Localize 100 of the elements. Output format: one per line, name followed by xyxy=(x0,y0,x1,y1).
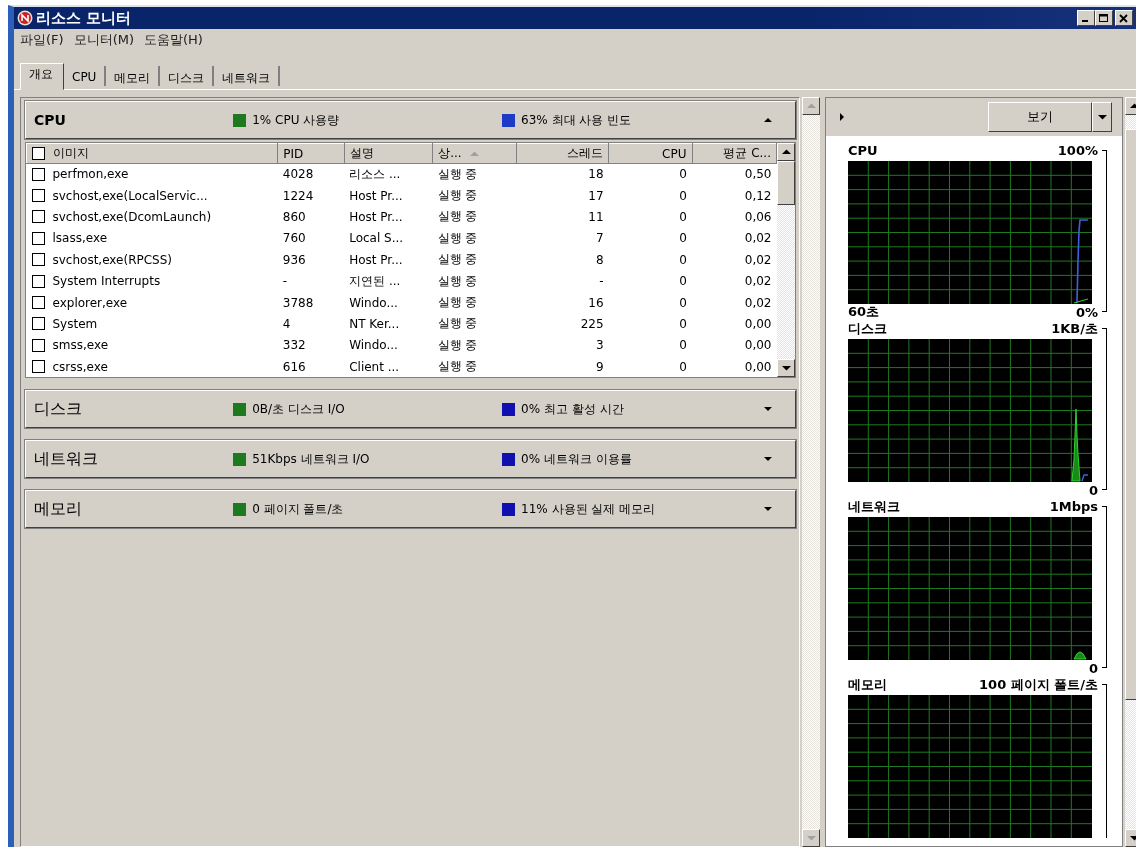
stat-text: 0 페이지 폴트/초 xyxy=(252,500,344,518)
scroll-up-button[interactable] xyxy=(802,97,820,115)
caret-down-icon[interactable] xyxy=(781,365,791,372)
caret-up-icon[interactable] xyxy=(1129,103,1136,109)
table-cell: svchost,exe(RPCSS) xyxy=(52,252,172,267)
checkbox[interactable] xyxy=(31,231,45,245)
caret-down-icon[interactable] xyxy=(1129,835,1136,841)
table-cell: 0,02 xyxy=(744,252,772,267)
table-cell: 4 xyxy=(282,316,291,331)
table-cell: 0 xyxy=(679,316,687,331)
table-cell: 1224 xyxy=(282,188,314,203)
section-header[interactable]: 디스크 0B/초 디스크 I/O 0% 최고 활성 시간 xyxy=(25,390,796,429)
graph-title: 네트워크 xyxy=(848,497,900,516)
table-cell: 0 xyxy=(679,188,687,203)
stat-text: 11% 사용된 실제 메모리 xyxy=(521,500,656,518)
table-cell: System Interrupts xyxy=(52,274,161,289)
caret-down-icon[interactable] xyxy=(763,455,773,464)
checkbox[interactable] xyxy=(32,147,45,160)
caret-down-icon[interactable] xyxy=(763,505,773,514)
table-cell: explorer,exe xyxy=(52,295,128,310)
scrollbar[interactable] xyxy=(777,143,795,378)
section-header[interactable]: CPU 1% CPU 사용량 63% 최대 사용 빈도 xyxy=(25,101,796,139)
section-title: 메모리 xyxy=(34,498,83,520)
stat-text: 51Kbps 네트워크 I/O xyxy=(252,450,370,468)
table-cell: 7 xyxy=(595,231,604,246)
scroll-down-button[interactable] xyxy=(802,829,820,847)
table-cell: Host Pr... xyxy=(349,188,403,203)
scrollbar[interactable] xyxy=(802,97,820,847)
scroll-up-button[interactable] xyxy=(777,143,795,161)
table-cell: 0,02 xyxy=(744,231,772,246)
caret-right-icon[interactable] xyxy=(838,112,846,122)
table-cell: 0 xyxy=(679,167,687,182)
section-header[interactable]: 네트워크 51Kbps 네트워크 I/O 0% 네트워크 이용률 xyxy=(25,440,796,479)
maximize-icon[interactable] xyxy=(1099,13,1109,23)
table-cell: 실행 중 xyxy=(437,273,478,288)
table-cell: 실행 중 xyxy=(437,359,478,374)
view-button[interactable]: 보기 xyxy=(988,102,1092,132)
checkbox[interactable] xyxy=(31,189,45,203)
stat-text: 0% 네트워크 이용률 xyxy=(521,450,632,468)
table-cell: 실행 중 xyxy=(437,252,478,267)
checkbox[interactable] xyxy=(31,210,45,224)
table-cell: 0,02 xyxy=(744,274,772,289)
table-cell: 3 xyxy=(595,338,604,353)
table-cell: - xyxy=(282,274,288,289)
table-cell: 11 xyxy=(588,209,604,224)
stat-text: 0B/초 디스크 I/O xyxy=(252,400,345,418)
dropdown-button[interactable] xyxy=(1092,102,1112,132)
checkbox[interactable] xyxy=(31,360,45,374)
close-icon[interactable] xyxy=(1119,13,1129,23)
menu-item[interactable]: 모니터(M) xyxy=(73,31,134,49)
caret-up-icon[interactable] xyxy=(763,116,773,124)
table-cell: 실행 중 xyxy=(437,316,478,331)
column-header[interactable]: 이미지 xyxy=(53,145,89,162)
maximize-button[interactable] xyxy=(1095,10,1113,26)
table-cell: perfmon,exe xyxy=(52,167,129,182)
table-cell: 0,12 xyxy=(744,188,772,203)
graph-title: 디스크 xyxy=(848,319,887,338)
menu-item[interactable]: 도움말(H) xyxy=(144,31,203,49)
checkbox[interactable] xyxy=(31,253,45,267)
axis-label: 100 페이지 폴트/초 xyxy=(979,675,1098,694)
minimize-button[interactable] xyxy=(1077,10,1095,26)
table-cell: - xyxy=(599,274,604,289)
checkbox[interactable] xyxy=(31,338,45,352)
checkbox[interactable] xyxy=(31,167,45,181)
table-cell: 0 xyxy=(679,359,687,374)
table-cell: 332 xyxy=(282,338,306,353)
table-cell: svchost,exe(LocalServic... xyxy=(52,188,208,203)
section-header[interactable]: 메모리 0 페이지 폴트/초 11% 사용된 실제 메모리 xyxy=(25,490,796,529)
tab[interactable]: 네트워크 xyxy=(214,66,281,86)
close-button[interactable] xyxy=(1115,10,1133,26)
table-cell: 0 xyxy=(679,274,687,289)
caret-down-icon[interactable] xyxy=(1097,114,1107,120)
graph-title: CPU xyxy=(848,143,878,158)
table-cell: 실행 중 xyxy=(437,295,478,310)
table-cell: 0,00 xyxy=(744,316,772,331)
section-title: 디스크 xyxy=(34,398,83,420)
tab[interactable]: 메모리 xyxy=(106,66,161,86)
caret-down-icon[interactable] xyxy=(763,405,773,414)
tab[interactable]: 디스크 xyxy=(160,66,215,86)
checkbox[interactable] xyxy=(31,274,45,288)
checkbox[interactable] xyxy=(31,317,45,331)
stat-text: 1% CPU 사용량 xyxy=(252,111,340,129)
table-cell: 실행 중 xyxy=(437,209,478,224)
stat-text: 63% 최대 사용 빈도 xyxy=(521,111,632,129)
table-cell: 0 xyxy=(679,209,687,224)
table-cell: Host Pr... xyxy=(349,209,403,224)
table-cell: 860 xyxy=(282,209,306,224)
tab[interactable]: 개요 xyxy=(20,63,64,90)
table-cell: 0,00 xyxy=(744,338,772,353)
checkbox[interactable] xyxy=(31,296,45,310)
tab[interactable]: CPU xyxy=(64,66,107,86)
scrollbar-thumb[interactable] xyxy=(777,161,795,205)
table-cell: svchost,exe(DcomLaunch) xyxy=(52,209,212,224)
table-cell: 3788 xyxy=(282,295,314,310)
table-cell: 225 xyxy=(580,316,604,331)
scroll-down-button[interactable] xyxy=(777,359,795,378)
table-cell: 실행 중 xyxy=(437,230,478,245)
menu-item[interactable]: 파일(F) xyxy=(20,31,64,49)
axis-label: 0 xyxy=(1088,482,1098,498)
caret-up-icon[interactable] xyxy=(781,149,791,155)
